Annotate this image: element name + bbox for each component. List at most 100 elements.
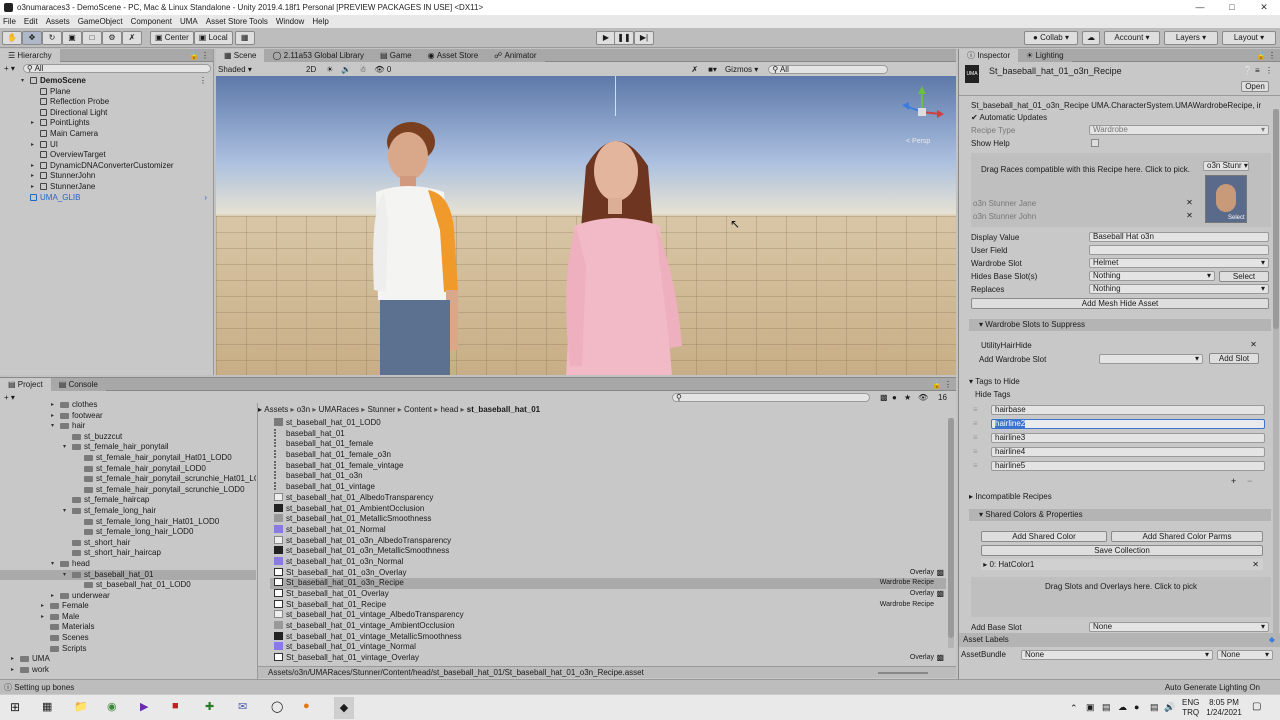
folder-item[interactable]: st_female_hair_ponytail_scrunchie_Hat01_…	[0, 474, 256, 485]
favorite-icon[interactable]: ★	[904, 393, 911, 402]
hierarchy-item[interactable]: OverviewTarget	[0, 150, 213, 161]
auto-updates-checkbox[interactable]: ✔ Automatic Updates	[971, 113, 1047, 122]
tools-icon[interactable]: ✗	[691, 65, 698, 74]
gizmos-dropdown[interactable]: Gizmos ▾	[725, 65, 758, 74]
pivot-local-button[interactable]: ▣ Local	[193, 30, 233, 45]
hierarchy-item[interactable]: ▸ PointLights	[0, 118, 213, 129]
folder-item[interactable]: ▾ st_female_long_hair	[0, 506, 256, 517]
file-explorer-icon[interactable]: 📁	[74, 700, 88, 713]
inspector-lock-icon[interactable]: 🔒	[1256, 51, 1266, 60]
settings-icon[interactable]: ≡	[1255, 66, 1260, 75]
menu-asset-store-tools[interactable]: Asset Store Tools	[206, 17, 268, 26]
menu-gameobject[interactable]: GameObject	[78, 17, 123, 26]
cloud-icon[interactable]: ☁	[1082, 30, 1100, 45]
asset-item[interactable]: st_baseball_hat_01_MetallicSmoothness	[270, 514, 946, 525]
tray-icon[interactable]: ▤	[1102, 702, 1111, 713]
tags-section-header[interactable]: ▾ Tags to Hide	[969, 376, 1271, 388]
hierarchy-item[interactable]: UMA_GLIB ›	[0, 193, 213, 204]
drag-handle-icon[interactable]: ≡	[973, 417, 978, 431]
asset-item[interactable]: St_baseball_hat_01_o3n_Overlay Overlay ▩	[270, 567, 946, 579]
breadcrumb-item[interactable]: head	[440, 405, 458, 414]
rotate-tool-icon[interactable]: ↻	[42, 30, 62, 45]
blender-icon[interactable]: ●	[303, 700, 310, 712]
hierarchy-item[interactable]: ▾ DemoScene ⋮	[0, 76, 213, 87]
menu-assets[interactable]: Assets	[46, 17, 70, 26]
collapse-icon[interactable]: ▸	[31, 140, 39, 151]
hand-tool-icon[interactable]: ✋	[2, 30, 22, 45]
collapse-icon[interactable]: ▸	[41, 601, 49, 612]
collapse-icon[interactable]: ▸	[31, 182, 39, 193]
folder-item[interactable]: st_female_hair_ponytail_LOD0	[0, 464, 256, 475]
expand-icon[interactable]: ▾	[21, 76, 29, 87]
races-drop-area[interactable]: Drag Races compatible with this Recipe h…	[971, 153, 1271, 227]
drag-handle-icon[interactable]: ≡	[973, 403, 978, 417]
persp-label[interactable]: < Persp	[906, 138, 930, 145]
asset-item[interactable]: baseball_hat_01	[270, 428, 946, 440]
asset-item[interactable]: st_baseball_hat_01_vintage_AlbedoTranspa…	[270, 610, 946, 621]
account-dropdown[interactable]: Account ▾	[1104, 30, 1160, 45]
transform-tool-icon[interactable]: ⚙	[102, 30, 122, 45]
folder-item[interactable]: ▸ clothes	[0, 400, 256, 411]
project-lock-icon[interactable]: 🔒	[932, 380, 942, 389]
tab-project[interactable]: ▤ Project	[0, 377, 51, 391]
hide-tag-input[interactable]: hairline3	[991, 433, 1265, 443]
pause-button[interactable]: ❚❚	[614, 30, 634, 45]
hides-base-dropdown[interactable]: Nothing ▾	[1089, 271, 1215, 281]
add-mesh-hide-button[interactable]: Add Mesh Hide Asset	[971, 298, 1269, 309]
asset-labels-header[interactable]: Asset Labels ◆	[959, 633, 1280, 647]
character-stunner-jane[interactable]	[556, 126, 696, 375]
folder-item[interactable]: st_short_hair_haircap	[0, 548, 256, 559]
folder-item[interactable]: Scenes	[0, 633, 256, 644]
expand-icon[interactable]: ▾	[63, 570, 71, 581]
tab-scene[interactable]: ▦ Scene	[216, 48, 265, 62]
custom-tool-icon[interactable]: ✗	[122, 30, 142, 45]
folder-item[interactable]: Scripts	[0, 644, 256, 655]
clock[interactable]: 8:05 PM 1/24/2021	[1206, 698, 1242, 718]
tray-icon[interactable]: ☁	[1118, 702, 1127, 713]
menu-window[interactable]: Window	[276, 17, 304, 26]
asset-item[interactable]: st_baseball_hat_01_o3n_AlbedoTransparenc…	[270, 535, 946, 547]
hierarchy-item[interactable]: Main Camera	[0, 129, 213, 140]
circle-app-icon[interactable]: ◯	[271, 700, 283, 713]
tab-hierarchy[interactable]: ☰ Hierarchy	[0, 48, 60, 62]
menu-help[interactable]: Help	[312, 17, 328, 26]
expand-icon[interactable]: ▾	[63, 442, 71, 453]
filter-type-icon[interactable]: ▩	[880, 393, 888, 402]
menu-file[interactable]: File	[3, 17, 16, 26]
breadcrumb-item[interactable]: o3n	[297, 405, 310, 414]
light-toggle-icon[interactable]: ☀	[326, 65, 333, 74]
breadcrumb-item[interactable]: Assets	[264, 405, 288, 414]
suppress-section-header[interactable]: ▾ Wardrobe Slots to Suppress	[969, 319, 1271, 331]
remove-race-icon[interactable]: ✕	[1185, 198, 1194, 207]
asset-item[interactable]: St_baseball_hat_01_Recipe Wardrobe Recipe	[270, 599, 946, 611]
remove-race-icon[interactable]: ✕	[1185, 211, 1194, 220]
maps-icon[interactable]: ✚	[205, 700, 214, 713]
slots-drop-area[interactable]: Drag Slots and Overlays here. Click to p…	[971, 577, 1271, 617]
volume-icon[interactable]: 🔊	[1164, 702, 1175, 713]
recipe-type-field[interactable]: Wardrobe ▾	[1089, 125, 1269, 135]
expand-icon[interactable]: ▾	[51, 559, 59, 570]
asset-item[interactable]: st_baseball_hat_01_Normal	[270, 524, 946, 536]
tray-icon[interactable]: ▣	[1086, 702, 1095, 713]
asset-item[interactable]: ▸st_baseball_hat_01_LOD0	[270, 418, 946, 429]
shared-colors-section-header[interactable]: ▾ Shared Colors & Properties	[969, 509, 1271, 521]
inspector-scrollbar[interactable]	[1273, 109, 1279, 639]
inspector-menu-icon[interactable]: ⋮	[1268, 51, 1276, 60]
asset-item[interactable]: st_baseball_hat_01_o3n_MetallicSmoothnes…	[270, 546, 946, 557]
add-icon[interactable]: + ▾	[4, 64, 15, 73]
camera-icon[interactable]: ■▾	[708, 65, 717, 74]
rect-tool-icon[interactable]: □	[82, 30, 102, 45]
hierarchy-item[interactable]: ▸ UI	[0, 140, 213, 151]
add-shared-color-button[interactable]: Add Shared Color	[981, 531, 1107, 542]
save-collection-button[interactable]: Save Collection	[981, 545, 1263, 556]
folder-item[interactable]: ▾ head	[0, 559, 256, 570]
display-value-input[interactable]: Baseball Hat o3n	[1089, 232, 1269, 242]
language-indicator[interactable]: ENG TRQ	[1182, 698, 1199, 718]
icon-size-slider[interactable]	[878, 672, 928, 674]
expand-icon[interactable]: ▾	[63, 506, 71, 517]
collapse-icon[interactable]: ▸	[41, 612, 49, 623]
race-dropdown[interactable]: o3n Stunr ▾	[1203, 161, 1249, 171]
rider-icon[interactable]: ■	[172, 700, 179, 712]
layout-dropdown[interactable]: Layout ▾	[1222, 30, 1276, 45]
play-button[interactable]: ▶	[596, 30, 616, 45]
